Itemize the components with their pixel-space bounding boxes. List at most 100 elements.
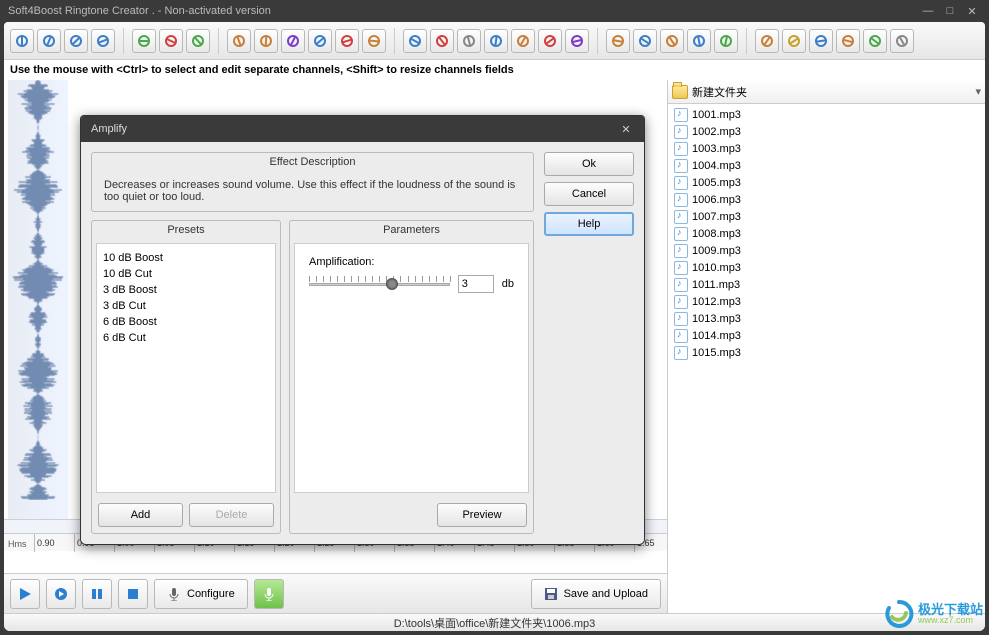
play-button[interactable] [10,579,40,609]
watermark-en: www.xz7.com [918,616,983,625]
file-item[interactable]: 1002.mp3 [668,123,985,140]
help-button[interactable]: Help [544,212,634,236]
file-item[interactable]: 1011.mp3 [668,276,985,293]
toolbar-gear-button[interactable] [890,29,914,53]
maximize-button[interactable]: □ [941,4,959,18]
toolbar-reverse-button[interactable] [308,29,332,53]
toolbar-delete-button[interactable] [159,29,183,53]
file-item[interactable]: 1010.mp3 [668,259,985,276]
audio-file-icon [674,329,688,343]
slider-thumb[interactable] [386,278,398,290]
toolbar-eq1-button[interactable] [565,29,589,53]
dialog-titlebar[interactable]: Amplify ✕ [81,116,644,142]
audio-file-icon [674,244,688,258]
toolbar-zoom-sel-button[interactable] [64,29,88,53]
toolbar-cd-button[interactable] [809,29,833,53]
preset-item[interactable]: 10 dB Cut [103,266,269,282]
preset-delete-button[interactable]: Delete [189,503,274,527]
preset-item[interactable]: 6 dB Cut [103,330,269,346]
parameters-panel: Parameters Amplification: [289,220,534,534]
toolbar-monitor-button[interactable] [633,29,657,53]
toolbar-eq2-button[interactable] [606,29,630,53]
preview-button[interactable]: Preview [437,503,527,527]
toolbar-play-sel-button[interactable] [335,29,359,53]
save-upload-button[interactable]: Save and Upload [531,579,661,609]
toolbar-fx1-button[interactable] [511,29,535,53]
watermark-logo-icon [884,599,914,629]
toolbar-theme1-button[interactable] [660,29,684,53]
key-icon [786,33,802,49]
toolbar-magnet-button[interactable] [538,29,562,53]
toolbar-convert-button[interactable] [484,29,508,53]
file-item[interactable]: 1013.mp3 [668,310,985,327]
toolbar-panel-button[interactable] [714,29,738,53]
preset-add-button[interactable]: Add [98,503,183,527]
file-item[interactable]: 1015.mp3 [668,344,985,361]
toolbar-key-button[interactable] [782,29,806,53]
stop-button[interactable] [118,579,148,609]
file-item[interactable]: 1014.mp3 [668,327,985,344]
file-list[interactable]: 1001.mp31002.mp31003.mp31004.mp31005.mp3… [668,104,985,613]
toolbar-voice-button[interactable] [362,29,386,53]
file-item[interactable]: 1001.mp3 [668,106,985,123]
presets-list[interactable]: 10 dB Boost10 dB Cut3 dB Boost3 dB Cut6 … [96,243,276,493]
configure-button[interactable]: Configure [154,579,248,609]
toolbar-filters-button[interactable] [457,29,481,53]
file-item[interactable]: 1008.mp3 [668,225,985,242]
file-item[interactable]: 1004.mp3 [668,157,985,174]
audio-file-icon [674,176,688,190]
toolbar-zoom-in-button[interactable] [10,29,34,53]
theme1-icon [664,33,680,49]
file-item[interactable]: 1007.mp3 [668,208,985,225]
ok-button[interactable]: Ok [544,152,634,176]
toolbar-player-button[interactable] [403,29,427,53]
folder-bar[interactable]: 新建文件夹 ▾ [668,80,985,104]
toolbar-plus-button[interactable] [430,29,454,53]
toolbar-redo-button[interactable] [186,29,210,53]
file-name: 1013.mp3 [692,313,741,325]
toolbar-palette-button[interactable] [836,29,860,53]
toolbar-pencil-button[interactable] [755,29,779,53]
refresh-icon [867,33,883,49]
toolbar-refresh-button[interactable] [863,29,887,53]
theme2-icon [691,33,707,49]
file-name: 1007.mp3 [692,211,741,223]
audio-file-icon [674,227,688,241]
record-button[interactable] [254,579,284,609]
minimize-button[interactable]: — [919,4,937,18]
audio-file-icon [674,295,688,309]
toolbar-fade-in-button[interactable] [227,29,251,53]
dropdown-icon[interactable]: ▾ [975,85,981,98]
amplification-slider[interactable] [309,274,450,294]
preset-item[interactable]: 6 dB Boost [103,314,269,330]
pause-button[interactable] [82,579,112,609]
save-icon [544,587,558,601]
file-item[interactable]: 1006.mp3 [668,191,985,208]
preset-item[interactable]: 3 dB Cut [103,298,269,314]
file-item[interactable]: 1009.mp3 [668,242,985,259]
presets-panel: Presets 10 dB Boost10 dB Cut3 dB Boost3 … [91,220,281,534]
toolbar-theme2-button[interactable] [687,29,711,53]
amplification-value-input[interactable] [458,275,494,293]
file-name: 1010.mp3 [692,262,741,274]
file-name: 1012.mp3 [692,296,741,308]
dialog-close-button[interactable]: ✕ [618,121,634,137]
preset-item[interactable]: 10 dB Boost [103,250,269,266]
file-item[interactable]: 1003.mp3 [668,140,985,157]
toolbar-undo-button[interactable] [132,29,156,53]
toolbar-zoom-100-button[interactable] [91,29,115,53]
loop-button[interactable] [46,579,76,609]
preset-item[interactable]: 3 dB Boost [103,282,269,298]
toolbar-normalize-button[interactable] [281,29,305,53]
status-path: D:\tools\桌面\office\新建文件夹\1006.mp3 [394,615,596,631]
close-button[interactable]: ✕ [963,4,981,18]
play-sel-icon [339,33,355,49]
fade-out-icon [258,33,274,49]
toolbar-fade-out-button[interactable] [254,29,278,53]
toolbar-zoom-out-button[interactable] [37,29,61,53]
cancel-button[interactable]: Cancel [544,182,634,206]
pencil-icon [759,33,775,49]
effect-description-panel: Effect Description Decreases or increase… [91,152,534,212]
file-item[interactable]: 1005.mp3 [668,174,985,191]
file-item[interactable]: 1012.mp3 [668,293,985,310]
